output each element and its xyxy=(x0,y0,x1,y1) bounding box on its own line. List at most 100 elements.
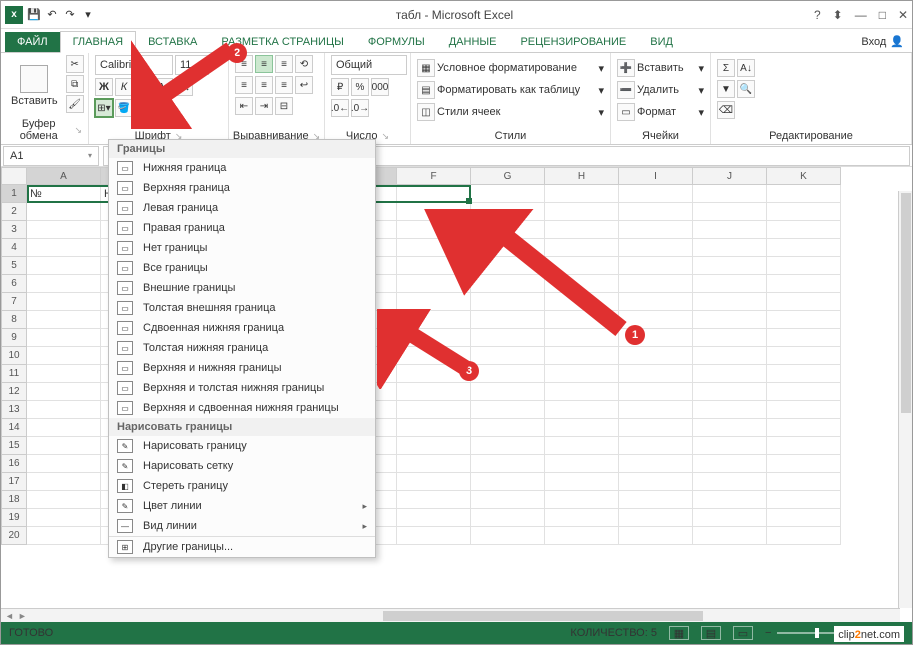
cell[interactable] xyxy=(619,221,693,239)
cell[interactable] xyxy=(693,257,767,275)
cell[interactable] xyxy=(397,509,471,527)
help-icon[interactable]: ? xyxy=(814,8,821,22)
row-header[interactable]: 10 xyxy=(1,347,27,365)
cell[interactable] xyxy=(27,221,101,239)
border-menu-item[interactable]: ▭Нет границы xyxy=(109,238,375,258)
cell[interactable] xyxy=(397,275,471,293)
column-header[interactable]: K xyxy=(767,167,841,185)
zoom-out-icon[interactable]: − xyxy=(765,627,771,639)
cell[interactable] xyxy=(767,293,841,311)
cell[interactable] xyxy=(27,365,101,383)
row-header[interactable]: 6 xyxy=(1,275,27,293)
cell[interactable] xyxy=(545,491,619,509)
tab-review[interactable]: РЕЦЕНЗИРОВАНИЕ xyxy=(508,32,638,52)
cell[interactable] xyxy=(27,329,101,347)
cell[interactable] xyxy=(471,203,545,221)
cell[interactable] xyxy=(767,383,841,401)
cell[interactable] xyxy=(397,185,471,203)
wrap-text-icon[interactable]: ↩ xyxy=(295,76,313,94)
underline-button[interactable]: Ч xyxy=(135,78,153,96)
decrease-decimal-icon[interactable]: .0→ xyxy=(351,99,369,117)
row-header[interactable]: 4 xyxy=(1,239,27,257)
cell[interactable] xyxy=(27,383,101,401)
cell[interactable] xyxy=(619,473,693,491)
cell[interactable] xyxy=(693,383,767,401)
cell[interactable] xyxy=(545,311,619,329)
cell[interactable] xyxy=(767,401,841,419)
copy-icon[interactable]: ⧉ xyxy=(66,75,84,93)
font-color-button[interactable]: A xyxy=(135,99,153,117)
cell[interactable] xyxy=(619,491,693,509)
cell[interactable] xyxy=(545,509,619,527)
align-bottom-icon[interactable]: ≡ xyxy=(275,55,293,73)
cell[interactable] xyxy=(27,275,101,293)
align-right-icon[interactable]: ≡ xyxy=(275,76,293,94)
undo-icon[interactable]: ↶ xyxy=(45,8,59,22)
column-header[interactable]: H xyxy=(545,167,619,185)
cell[interactable] xyxy=(471,329,545,347)
cell[interactable] xyxy=(471,275,545,293)
fill-color-button[interactable]: 🪣 xyxy=(115,99,133,117)
border-menu-item[interactable]: ▭Левая граница xyxy=(109,198,375,218)
cell[interactable] xyxy=(471,221,545,239)
cell[interactable] xyxy=(619,239,693,257)
cell[interactable] xyxy=(545,437,619,455)
delete-cells-button[interactable]: ➖Удалить▾ xyxy=(617,81,704,99)
cell[interactable] xyxy=(767,329,841,347)
view-normal-icon[interactable]: ▦ xyxy=(669,626,689,640)
decrease-indent-icon[interactable]: ⇤ xyxy=(235,97,253,115)
cut-icon[interactable]: ✂ xyxy=(66,55,84,73)
cell[interactable] xyxy=(471,347,545,365)
comma-icon[interactable]: 000 xyxy=(371,78,389,96)
cell[interactable] xyxy=(397,527,471,545)
border-menu-item[interactable]: ▭Верхняя и толстая нижняя границы xyxy=(109,378,375,398)
dialog-launcher-icon[interactable]: ↘ xyxy=(382,131,390,142)
cell[interactable] xyxy=(27,455,101,473)
select-all-corner[interactable] xyxy=(1,167,27,185)
cell[interactable] xyxy=(767,365,841,383)
cell[interactable] xyxy=(545,257,619,275)
cell[interactable] xyxy=(767,239,841,257)
cell[interactable] xyxy=(767,221,841,239)
row-header[interactable]: 16 xyxy=(1,455,27,473)
row-header[interactable]: 14 xyxy=(1,419,27,437)
column-header[interactable]: A xyxy=(27,167,101,185)
tab-file[interactable]: ФАЙЛ xyxy=(5,32,60,52)
currency-icon[interactable]: ₽ xyxy=(331,78,349,96)
cell[interactable] xyxy=(471,473,545,491)
border-menu-item[interactable]: ▭Правая граница xyxy=(109,218,375,238)
format-painter-icon[interactable]: 🖌 xyxy=(66,95,84,113)
cell[interactable] xyxy=(471,437,545,455)
cell[interactable] xyxy=(397,203,471,221)
cell[interactable] xyxy=(619,185,693,203)
cell[interactable] xyxy=(545,347,619,365)
cell[interactable] xyxy=(397,401,471,419)
cell[interactable] xyxy=(397,293,471,311)
cell[interactable] xyxy=(693,203,767,221)
cell[interactable] xyxy=(27,527,101,545)
cell[interactable] xyxy=(545,473,619,491)
cell[interactable] xyxy=(693,347,767,365)
font-size-input[interactable] xyxy=(175,55,209,75)
cell[interactable] xyxy=(693,185,767,203)
cell[interactable] xyxy=(27,293,101,311)
cell[interactable] xyxy=(767,185,841,203)
cell[interactable] xyxy=(767,203,841,221)
row-header[interactable]: 8 xyxy=(1,311,27,329)
increase-indent-icon[interactable]: ⇥ xyxy=(255,97,273,115)
cell[interactable] xyxy=(471,293,545,311)
cell[interactable] xyxy=(27,311,101,329)
row-header[interactable]: 18 xyxy=(1,491,27,509)
cell-styles-button[interactable]: ◫Стили ячеек▾ xyxy=(417,103,604,121)
cell[interactable] xyxy=(693,311,767,329)
row-header[interactable]: 11 xyxy=(1,365,27,383)
cell[interactable] xyxy=(767,419,841,437)
border-menu-item[interactable]: ▭Верхняя и нижняя границы xyxy=(109,358,375,378)
cell[interactable] xyxy=(471,491,545,509)
cell[interactable] xyxy=(767,509,841,527)
sign-in[interactable]: Вход👤 xyxy=(853,31,912,52)
row-header[interactable]: 3 xyxy=(1,221,27,239)
find-icon[interactable]: 🔍 xyxy=(737,80,755,98)
cell[interactable] xyxy=(471,401,545,419)
cell[interactable] xyxy=(397,347,471,365)
